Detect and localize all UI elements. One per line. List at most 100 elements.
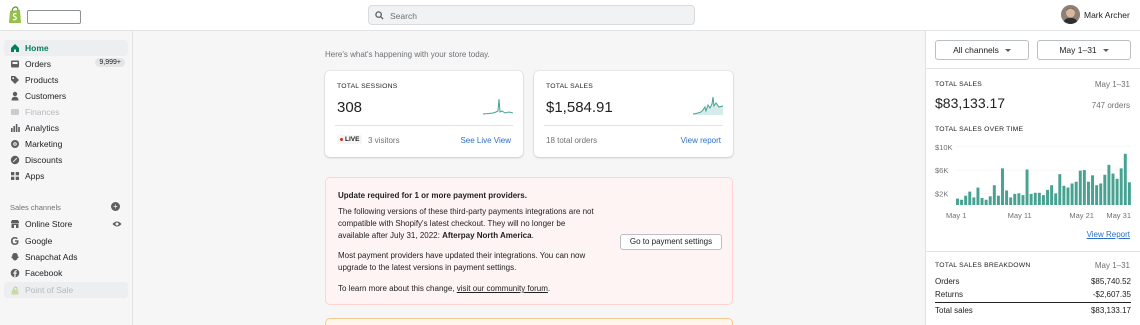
sales-bar[interactable]	[1086, 181, 1090, 205]
sales-bar[interactable]	[1029, 193, 1033, 205]
sales-bar[interactable]	[1058, 174, 1062, 205]
sales-bar[interactable]	[988, 196, 992, 205]
sales-bar[interactable]	[1050, 185, 1054, 205]
sidebar-item-snapchat-ads[interactable]: Snapchat Ads	[4, 249, 128, 265]
sales-bar[interactable]	[1041, 195, 1045, 205]
sales-bar[interactable]	[1070, 183, 1074, 205]
sales-bar[interactable]	[1066, 187, 1070, 205]
sales-bar[interactable]	[1099, 183, 1103, 205]
sales-bar[interactable]	[1082, 170, 1086, 205]
sidebar-item-customers[interactable]: Customers	[4, 88, 128, 104]
total-orders-text: 18 total orders	[546, 136, 598, 145]
sidebar-item-label: Snapchat Ads	[25, 252, 78, 262]
google-icon	[11, 237, 19, 245]
sales-bar[interactable]	[1115, 178, 1119, 205]
view-report-link[interactable]: View report	[681, 136, 721, 145]
card-title: TOTAL SESSIONS	[337, 83, 398, 90]
sidebar-item-products[interactable]: Products	[4, 72, 128, 88]
breakdown-total-divider	[935, 302, 1131, 303]
sidebar-item-apps[interactable]: Apps	[4, 168, 128, 184]
sales-bar[interactable]	[1074, 181, 1078, 205]
eye-icon[interactable]	[112, 220, 122, 228]
sales-bar[interactable]	[1033, 192, 1037, 205]
sales-bar[interactable]	[1054, 193, 1058, 205]
sales-bar[interactable]	[1127, 182, 1131, 205]
sales-bar[interactable]	[1046, 189, 1049, 205]
sales-bar[interactable]	[1107, 164, 1111, 205]
analytics-icon	[11, 124, 20, 132]
sales-bar[interactable]	[1001, 168, 1004, 205]
live-dot	[340, 137, 343, 141]
sidebar-item-label: Finances	[25, 107, 60, 117]
sales-bar[interactable]	[1119, 168, 1123, 205]
sales-bar[interactable]	[972, 197, 976, 205]
sales-bar[interactable]	[1123, 153, 1127, 205]
sales-bar[interactable]	[1062, 185, 1066, 205]
user-name[interactable]: Mark Archer	[1084, 10, 1130, 20]
sidebar-item-label: Marketing	[25, 139, 63, 149]
sales-bar[interactable]	[1017, 193, 1021, 205]
sidebar-item-google[interactable]: Google	[4, 233, 128, 249]
see-live-view-link[interactable]: See Live View	[460, 136, 511, 145]
sidebar-item-point-of-sale[interactable]: Point of Sale	[4, 282, 128, 298]
x-tick-label: May 31	[1106, 211, 1131, 220]
alert-body-3: To learn more about this change, visit o…	[338, 283, 598, 295]
orders-count: 747 orders	[1091, 101, 1130, 110]
sales-bar[interactable]	[980, 198, 984, 205]
sales-bar[interactable]	[1005, 190, 1009, 205]
breakdown-label: Orders	[935, 277, 960, 286]
sales-bar[interactable]	[1078, 170, 1082, 205]
sidebar-item-facebook[interactable]: Facebook	[4, 265, 128, 281]
sales-bar[interactable]	[964, 195, 968, 205]
go-to-payment-settings-button[interactable]: Go to payment settings	[620, 234, 722, 250]
sidebar-item-marketing[interactable]: Marketing	[4, 136, 128, 152]
sales-bar[interactable]	[1103, 174, 1107, 205]
sales-bar[interactable]	[1009, 197, 1013, 205]
sales-bar[interactable]	[984, 199, 988, 205]
date-range-button[interactable]: May 1–31	[1037, 40, 1131, 60]
sales-bar[interactable]	[968, 191, 972, 205]
sidebar-item-discounts[interactable]: Discounts	[4, 152, 128, 168]
sales-bar[interactable]	[992, 185, 996, 205]
date-range-label: May 1–31	[1059, 45, 1097, 55]
sidebar-item-label: Customers	[25, 91, 67, 101]
facebook-icon	[10, 268, 20, 278]
alert-title: Update required for 1 or more payment pr…	[338, 191, 527, 200]
alert-body-2: Most payment providers have updated thei…	[338, 251, 586, 272]
sidebar-item-finances[interactable]: Finances	[4, 104, 128, 120]
add-channel-plus-icon[interactable]: +	[111, 202, 120, 211]
store-selector[interactable]	[27, 10, 81, 24]
total-sales-card: TOTAL SALES $1,584.91 18 total orders Vi…	[534, 71, 733, 157]
sidebar-item-online-store[interactable]: Online Store	[4, 216, 128, 232]
all-channels-button[interactable]: All channels	[935, 40, 1029, 60]
sales-bar[interactable]	[1091, 175, 1095, 205]
pos-icon	[11, 286, 19, 295]
shopify-bag-icon[interactable]	[8, 6, 22, 24]
sales-bar[interactable]	[1037, 192, 1041, 205]
search-bar[interactable]: Search	[368, 5, 695, 25]
alert-provider-name: Afterpay North America	[442, 231, 532, 240]
sidebar-item-label: Orders	[25, 59, 51, 69]
sales-bar[interactable]	[1095, 185, 1099, 205]
sales-bar[interactable]	[1025, 169, 1029, 205]
card-divider	[544, 125, 723, 126]
sidebar-item-analytics[interactable]: Analytics	[4, 120, 128, 136]
sales-bar[interactable]	[1111, 173, 1115, 205]
view-report-link[interactable]: View Report	[1087, 230, 1130, 239]
sales-bar[interactable]	[996, 195, 1000, 205]
visitors-count: 3 visitors	[368, 136, 400, 145]
sales-bar[interactable]	[1021, 195, 1025, 205]
sales-bar[interactable]	[956, 198, 959, 205]
avatar[interactable]	[1061, 5, 1080, 24]
sidebar-item-label: Point of Sale	[25, 285, 74, 295]
sales-bar[interactable]	[1013, 193, 1017, 205]
sales-bar[interactable]	[960, 199, 964, 205]
search-input[interactable]: Search	[390, 11, 417, 21]
sidebar-item-orders[interactable]: Orders 9,999+	[4, 56, 128, 72]
sales-bar[interactable]	[976, 187, 980, 205]
community-forum-link[interactable]: visit our community forum	[457, 284, 548, 293]
right-panel: All channels May 1–31 TOTAL SALES May 1–…	[925, 31, 1140, 325]
sidebar-item-home[interactable]: Home	[4, 40, 128, 56]
breakdown-label: Total sales	[935, 306, 973, 315]
breakdown-range: May 1–31	[1094, 261, 1130, 270]
